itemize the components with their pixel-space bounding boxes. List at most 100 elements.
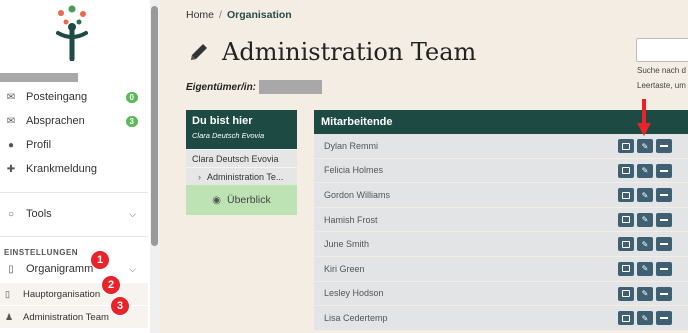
member-actions: ✎ [618,261,675,276]
annotation-marker-3: 3 [110,296,130,316]
book-icon[interactable] [618,311,634,326]
book-icon[interactable] [618,163,634,178]
member-row: Gordon Williams ✎ [314,183,688,208]
pencil-icon[interactable]: ✎ [637,188,653,203]
search-input[interactable] [636,38,688,62]
location-panel: Du bist hier Clara Deutsch Evovia Clara … [186,110,297,215]
remove-icon[interactable] [656,212,672,227]
book-icon[interactable] [618,188,634,203]
sidebar-item-label: Tools [26,208,52,220]
member-actions: ✎ [618,286,675,301]
remove-icon[interactable] [656,163,672,178]
building-icon: ▯ [8,263,14,275]
book-icon[interactable] [618,139,634,153]
member-row: Hamish Frost ✎ [314,207,688,233]
member-row: June Smith ✎ [314,232,688,257]
member-row: Lisa Cedertemp ✎ [314,306,688,331]
pencil-icon[interactable]: ✎ [637,286,653,301]
remove-icon[interactable] [656,188,672,203]
count-badge: 3 [125,115,138,127]
member-actions: ✎ [618,212,675,227]
globe-icon: ◉ [212,194,221,206]
member-row: Felicia Holmes ✎ [314,158,688,184]
member-row: Lesley Hodson ✎ [314,281,688,307]
sidebar-item-organigramm[interactable]: ▯ Organigramm ⌵ [0,258,148,280]
location-panel-subtitle: Clara Deutsch Evovia [192,131,265,140]
member-actions: ✎ [618,311,675,326]
members-header: Mitarbeitende [314,110,688,134]
search-hint: Suche nach d [637,66,686,75]
pencil-icon[interactable]: ✎ [637,311,653,326]
member-row: Dylan Remmi ✎ [314,134,688,159]
member-actions: ✎ [618,163,675,178]
member-actions: ✎ [618,139,675,153]
member-actions: ✎ [618,237,675,252]
location-row-child[interactable]: › Administration Te... [186,167,297,185]
location-panel-header: Du bist hier Clara Deutsch Evovia [186,110,297,149]
owner-redacted [259,80,322,94]
remove-icon[interactable] [656,286,672,301]
sidebar-item-absprachen[interactable]: ✉ Absprachen 3 [0,110,148,132]
pencil-icon[interactable]: ✎ [637,212,653,227]
sidebar-item-label: Organigramm [26,263,94,275]
remove-icon[interactable] [656,261,672,276]
plus-icon: ✚ [6,163,16,175]
red-arrow-annotation [637,99,651,136]
pencil-icon[interactable]: ✎ [637,139,653,153]
scrollbar-thumb[interactable] [151,6,158,246]
building-icon: ▯ [5,288,10,299]
location-panel-title: Du bist hier [192,115,253,127]
pencil-icon[interactable]: ✎ [637,261,653,276]
member-row: Kiri Green ✎ [314,256,688,282]
member-actions: ✎ [618,188,675,203]
page-title: Administration Team [222,38,477,66]
chevron-down-icon: ⌵ [129,263,136,274]
sidebar: ✉ Posteingang 0 ✉ Absprachen 3 ● Profil … [0,0,160,333]
overview-button[interactable]: ◉ Überblick [186,185,297,215]
sidebar-divider [0,192,148,193]
sidebar-item-tools[interactable]: ○ Tools ⌵ [0,203,148,225]
search-hint: Leertaste, um [637,81,686,90]
sidebar-item-label: Profil [26,139,52,151]
sidebar-subitem-label: Hauptorganisation [23,288,101,300]
book-icon[interactable] [618,237,634,252]
members-panel: Mitarbeitende Dylan Remmi ✎ Felicia Holmes… [314,110,688,331]
book-icon[interactable] [618,286,634,301]
section-label: EINSTELLUNGEN [4,248,79,257]
user-icon: ● [7,139,15,151]
book-icon[interactable] [618,212,634,227]
username-redacted [0,73,78,82]
users-icon: ♟ [5,311,14,322]
sidebar-item-label: Posteingang [26,91,88,103]
envelope-icon: ✉ [6,91,16,103]
chevron-right-icon: › [198,172,201,182]
location-row-label: Administration Te... [207,172,284,182]
pencil-icon[interactable] [188,41,210,63]
breadcrumb: Home / Organisation [186,9,292,21]
company-logo[interactable] [50,3,94,61]
sidebar-scrollbar[interactable] [150,0,160,333]
remove-icon[interactable] [656,139,672,153]
breadcrumb-separator: / [219,9,222,21]
remove-icon[interactable] [656,311,672,326]
breadcrumb-current: Organisation [226,9,292,21]
pencil-icon[interactable]: ✎ [637,163,653,178]
sidebar-item-posteingang[interactable]: ✉ Posteingang 0 [0,86,148,108]
overview-button-label: Überblick [226,194,271,206]
envelope-icon: ✉ [6,115,16,127]
sidebar-subitem-label: Administration Team [23,311,109,323]
annotation-marker-2: 2 [101,275,121,295]
remove-icon[interactable] [656,237,672,252]
location-row[interactable]: Clara Deutsch Evovia [186,149,297,167]
pencil-icon[interactable]: ✎ [637,237,653,252]
sidebar-item-krankmeldung[interactable]: ✚ Krankmeldung [0,158,148,180]
owner-label: Eigentümer/in: [186,82,257,93]
sidebar-item-label: Krankmeldung [26,163,97,175]
breadcrumb-home[interactable]: Home [186,9,214,21]
page-header: Administration Team [188,38,476,66]
count-badge: 0 [125,91,138,103]
sidebar-item-profil[interactable]: ● Profil [0,134,148,156]
book-icon[interactable] [618,261,634,276]
sidebar-divider [0,236,148,237]
annotation-marker-1: 1 [90,250,110,270]
